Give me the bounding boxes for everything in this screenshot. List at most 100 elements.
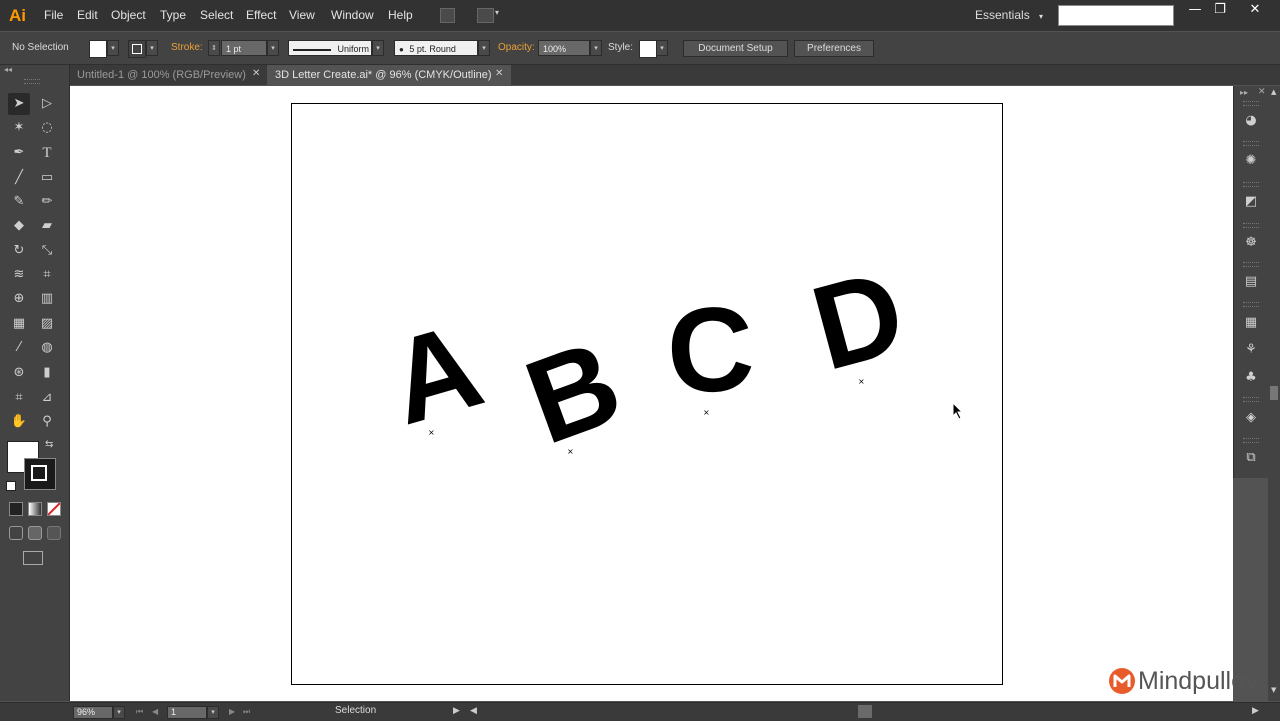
- profile-dropdown[interactable]: ▾: [372, 40, 384, 56]
- panel-grip[interactable]: [1243, 262, 1259, 267]
- menu-type[interactable]: Type: [160, 0, 186, 31]
- expand-panels-icon[interactable]: ▸▸: [1240, 88, 1248, 97]
- line-tool-icon[interactable]: ╱: [8, 167, 30, 189]
- artboard-tool-icon[interactable]: ⌗: [8, 387, 30, 409]
- color-guide-icon[interactable]: ✺: [1241, 151, 1261, 171]
- graphic-style-dropdown[interactable]: ▾: [656, 40, 668, 56]
- symbol-sprayer-tool-icon[interactable]: ⊛: [8, 362, 30, 384]
- opacity-field[interactable]: 100%: [538, 40, 590, 56]
- pen-tool-icon[interactable]: ✒: [8, 142, 30, 164]
- variable-width-profile[interactable]: Uniform: [288, 40, 372, 56]
- tab-untitled-1[interactable]: Untitled-1 @ 100% (RGB/Preview): [69, 65, 267, 85]
- color-panel-icon[interactable]: ◕: [1241, 111, 1261, 131]
- gradient-mode-icon[interactable]: [28, 502, 42, 516]
- artboard-number-field[interactable]: 1: [167, 706, 207, 719]
- width-tool-icon[interactable]: ≋: [8, 264, 30, 286]
- arrange-dropdown-icon[interactable]: ▾: [495, 8, 499, 17]
- scroll-left-icon[interactable]: ◀: [470, 706, 477, 716]
- arrange-documents-icon[interactable]: [477, 8, 494, 23]
- pencil-tool-icon[interactable]: ✏: [36, 191, 58, 213]
- menu-edit[interactable]: Edit: [77, 0, 98, 31]
- brushes-icon[interactable]: ☸: [1241, 233, 1261, 253]
- scroll-down-icon[interactable]: ▼: [1271, 686, 1276, 694]
- selection-tool-icon[interactable]: ➤: [8, 93, 30, 115]
- help-search-input[interactable]: [1058, 5, 1174, 26]
- document-setup-button[interactable]: Document Setup: [683, 40, 788, 57]
- stroke-color-icon[interactable]: [24, 458, 56, 490]
- draw-normal-icon[interactable]: [9, 526, 23, 540]
- menu-help[interactable]: Help: [388, 0, 413, 31]
- close-window-button[interactable]: ✕: [1240, 0, 1270, 20]
- artboards-icon[interactable]: ⧉: [1241, 448, 1261, 468]
- collapse-panel-icon[interactable]: ◂◂: [4, 65, 12, 74]
- none-mode-icon[interactable]: [47, 502, 61, 516]
- magic-wand-tool-icon[interactable]: ✶: [8, 117, 30, 139]
- artboard-dropdown[interactable]: ▾: [207, 706, 219, 719]
- letter-d[interactable]: D: [799, 244, 917, 396]
- blend-tool-icon[interactable]: ◍: [36, 337, 58, 359]
- scrollbar-thumb[interactable]: [1270, 386, 1278, 400]
- lasso-tool-icon[interactable]: ◌: [36, 117, 58, 139]
- paintbrush-tool-icon[interactable]: ✎: [8, 191, 30, 213]
- draw-behind-icon[interactable]: [28, 526, 42, 540]
- symbols-icon[interactable]: ⚘: [1241, 340, 1261, 360]
- perspective-grid-tool-icon[interactable]: ▥: [36, 288, 58, 310]
- graphic-styles-icon[interactable]: ♣: [1241, 368, 1261, 388]
- free-transform-tool-icon[interactable]: ⌗: [36, 264, 58, 286]
- menu-file[interactable]: File: [44, 0, 63, 31]
- opacity-label[interactable]: Opacity:: [498, 32, 535, 64]
- stroke-swatch[interactable]: [128, 40, 146, 58]
- zoom-dropdown[interactable]: ▾: [113, 706, 125, 719]
- fill-dropdown[interactable]: ▾: [107, 40, 119, 56]
- panel-grip[interactable]: [24, 79, 40, 84]
- eyedropper-tool-icon[interactable]: ⁄: [8, 337, 30, 359]
- hand-tool-icon[interactable]: ✋: [8, 411, 30, 433]
- rectangle-tool-icon[interactable]: ▭: [36, 167, 58, 189]
- draw-inside-icon[interactable]: [47, 526, 61, 540]
- scroll-right-icon[interactable]: ▶: [1252, 706, 1259, 716]
- default-colors-icon[interactable]: [6, 481, 16, 491]
- next-artboard-icon[interactable]: ▶: [229, 707, 235, 716]
- color-mode-icon[interactable]: [9, 502, 23, 516]
- panel-grip[interactable]: [1243, 438, 1259, 443]
- fill-swatch[interactable]: [89, 40, 107, 58]
- column-graph-tool-icon[interactable]: ▮: [36, 362, 58, 384]
- menu-effect[interactable]: Effect: [246, 0, 276, 31]
- direct-selection-tool-icon[interactable]: ▷: [36, 93, 58, 115]
- blob-brush-tool-icon[interactable]: ◆: [8, 215, 30, 237]
- menu-select[interactable]: Select: [200, 0, 233, 31]
- stroke-dropdown[interactable]: ▾: [146, 40, 158, 56]
- brush-dropdown[interactable]: ▾: [478, 40, 490, 56]
- panel-grip[interactable]: [1243, 397, 1259, 402]
- stroke-weight-dropdown[interactable]: ▾: [267, 40, 279, 56]
- panel-grip[interactable]: [1243, 182, 1259, 187]
- letter-c[interactable]: C: [664, 281, 758, 419]
- rotate-tool-icon[interactable]: ↻: [8, 240, 30, 262]
- zoom-level-field[interactable]: 96%: [73, 706, 113, 719]
- preferences-button[interactable]: Preferences: [794, 40, 874, 57]
- stroke-label[interactable]: Stroke:: [171, 32, 203, 64]
- swap-fill-stroke-icon[interactable]: ⇆: [45, 439, 53, 450]
- panel-grip[interactable]: [1243, 223, 1259, 228]
- menu-object[interactable]: Object: [111, 0, 146, 31]
- layers-icon[interactable]: ◈: [1241, 408, 1261, 428]
- close-tab-icon[interactable]: ✕: [252, 68, 260, 79]
- mesh-tool-icon[interactable]: ▦: [8, 313, 30, 335]
- graphic-style-swatch[interactable]: [639, 40, 657, 58]
- menu-window[interactable]: Window: [331, 0, 374, 31]
- swatches-icon[interactable]: ◩: [1241, 192, 1261, 212]
- eraser-tool-icon[interactable]: ▰: [36, 215, 58, 237]
- shape-builder-tool-icon[interactable]: ⊕: [8, 288, 30, 310]
- previous-artboard-icon[interactable]: ◀: [152, 707, 158, 716]
- letter-a[interactable]: A: [375, 298, 495, 451]
- scroll-up-icon[interactable]: ▲: [1271, 88, 1276, 96]
- gradient-panel-icon[interactable]: ▤: [1241, 272, 1261, 292]
- close-dock-icon[interactable]: ✕: [1258, 87, 1266, 97]
- last-artboard-icon[interactable]: ⏭: [243, 707, 250, 717]
- zoom-tool-icon[interactable]: ⚲: [36, 411, 58, 433]
- restore-button[interactable]: ❐: [1205, 0, 1235, 20]
- bridge-icon[interactable]: [440, 8, 455, 23]
- panel-grip[interactable]: [1243, 302, 1259, 307]
- gradient-tool-icon[interactable]: ▨: [36, 313, 58, 335]
- transparency-icon[interactable]: ▦: [1241, 313, 1261, 333]
